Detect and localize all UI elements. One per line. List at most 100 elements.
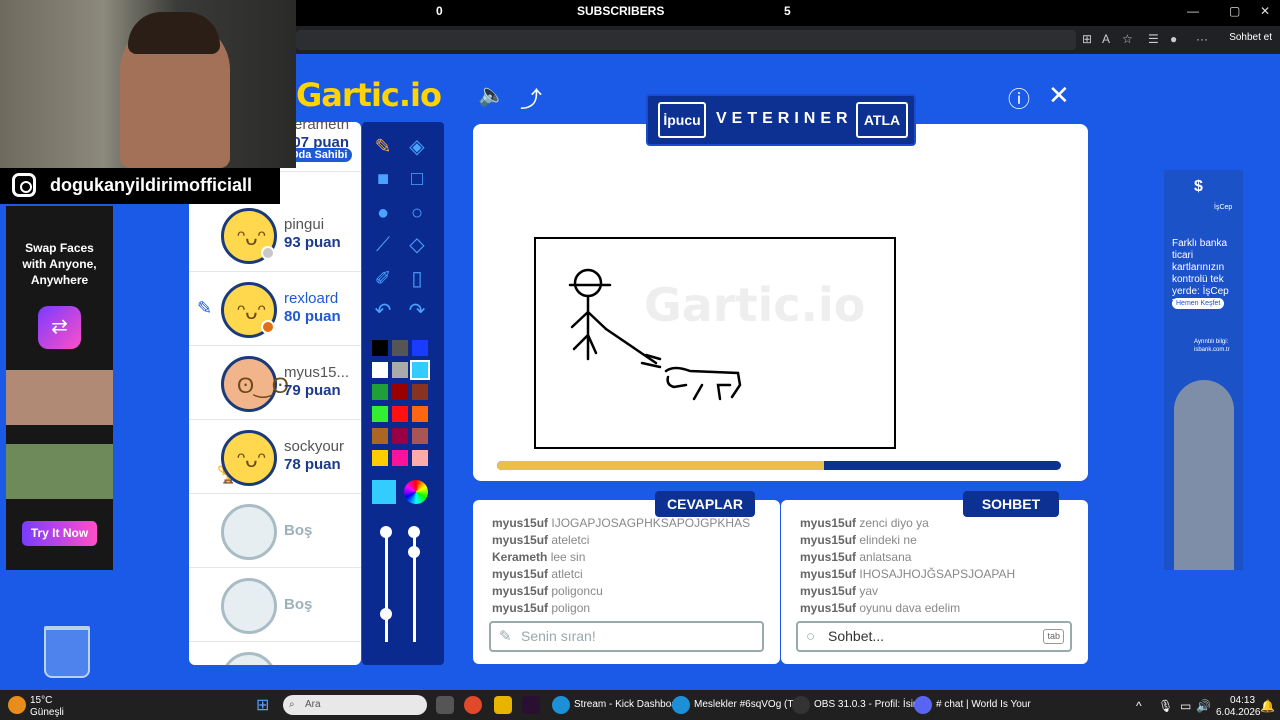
file-explorer-icon[interactable] [494, 696, 512, 714]
color-wheel-icon[interactable] [404, 480, 428, 504]
player-row[interactable]: ᵔᴗᵔ pingui 93 puan [189, 198, 361, 272]
weather-icon[interactable] [8, 696, 26, 714]
answers-tab[interactable]: CEVAPLAR [655, 491, 755, 517]
try-it-now-button[interactable]: Try It Now [22, 521, 97, 546]
current-color-swatch[interactable] [372, 480, 396, 504]
favorites-icon[interactable]: ☰ [1148, 32, 1159, 46]
notification-bell-icon[interactable]: 🔔 [1260, 699, 1275, 713]
edge-icon[interactable] [552, 696, 570, 714]
volume-icon[interactable]: 🔊 [1196, 699, 1211, 713]
taskbar-app-obs[interactable]: OBS 31.0.3 - Profil: İsims [814, 699, 926, 710]
color-swatch[interactable] [392, 384, 408, 400]
vs-app-icon[interactable] [522, 696, 540, 714]
color-swatch[interactable] [392, 428, 408, 444]
redo-icon[interactable]: ↷ [402, 296, 432, 326]
rect-outline-icon[interactable]: □ [402, 164, 432, 194]
eraser-icon[interactable]: ◇ [402, 230, 432, 260]
color-swatch[interactable] [392, 362, 408, 378]
clock-time[interactable]: 04:13 [1230, 695, 1255, 706]
color-swatch[interactable] [392, 450, 408, 466]
maximize-icon[interactable]: ▢ [1229, 4, 1240, 18]
eyedropper-icon[interactable]: ✐ [368, 264, 398, 294]
new-page-icon[interactable]: ▯ [402, 264, 432, 294]
close-icon[interactable]: ✕ [1048, 80, 1070, 111]
brush-size-slider[interactable] [385, 532, 388, 642]
color-swatch[interactable] [412, 340, 428, 356]
player-row-drawing[interactable]: ✎ ᵔᴗᵔ rexloard 80 puan [189, 272, 361, 346]
microphone-icon[interactable]: 🎙 [1158, 699, 1173, 713]
taskbar-app-stream[interactable]: Stream - Kick Dashboan [574, 699, 682, 710]
tray-chevron-icon[interactable]: ^ [1136, 699, 1142, 713]
weather-temp[interactable]: 15°C [30, 695, 52, 706]
slider-knob[interactable] [408, 526, 420, 538]
taskbar-app-discord[interactable]: # chat | World Is Your [936, 699, 1031, 710]
chrome-icon[interactable] [464, 696, 482, 714]
windows-start-icon[interactable]: ⊞ [256, 695, 269, 715]
color-swatch[interactable] [410, 360, 430, 380]
slider-knob[interactable] [408, 546, 420, 558]
weather-desc[interactable]: Güneşli [30, 707, 64, 718]
obs-icon[interactable] [792, 696, 810, 714]
slider-knob[interactable] [380, 526, 392, 538]
color-swatch[interactable] [392, 340, 408, 356]
search-bubble-icon: ○ [806, 628, 816, 645]
color-swatch[interactable] [392, 406, 408, 422]
network-icon[interactable]: ▭ [1180, 699, 1191, 713]
empty-label: Boş [284, 596, 313, 613]
color-swatch[interactable] [372, 340, 388, 356]
empty-avatar-icon [221, 504, 277, 560]
color-swatch[interactable] [412, 406, 428, 422]
game-logo[interactable]: Gartic.io [296, 76, 442, 114]
player-row[interactable]: 🏆 ᵔᴗᵔ sockyour 78 puan [189, 420, 361, 494]
color-swatch[interactable] [412, 428, 428, 444]
color-swatch[interactable] [372, 384, 388, 400]
color-swatch[interactable] [372, 428, 388, 444]
color-swatch[interactable] [412, 450, 428, 466]
minimize-icon[interactable]: — [1187, 4, 1199, 18]
sound-icon[interactable]: 🔈 [478, 82, 505, 108]
profile-icon[interactable]: ● [1170, 32, 1177, 46]
undo-icon[interactable]: ↶ [368, 296, 398, 326]
answer-input[interactable]: ✎ Senin sıran! [489, 621, 764, 652]
clock-date[interactable]: 6.04.2026 [1216, 707, 1261, 718]
color-swatch[interactable] [412, 384, 428, 400]
fill-bucket-icon[interactable]: ◈ [402, 132, 432, 162]
favorite-star-icon[interactable]: ☆ [1122, 32, 1133, 46]
info-icon[interactable]: ⓘ [1008, 82, 1030, 114]
taskbar-search[interactable]: ⌕ Ara [283, 695, 427, 715]
close-window-icon[interactable]: ✕ [1260, 4, 1270, 18]
chat-tab[interactable]: SOHBET [963, 491, 1059, 517]
apps-icon[interactable]: ⊞ [1082, 32, 1092, 46]
taskbar-app-meslekler[interactable]: Meslekler #6sqVOg (Tür [694, 699, 802, 710]
drawing-canvas[interactable]: Gartic.io [534, 237, 896, 449]
filled-circle-icon[interactable]: ● [368, 198, 398, 228]
skip-button[interactable]: ATLA [856, 102, 908, 138]
line-tool-icon[interactable]: ⟋ [368, 230, 398, 260]
message-user: Kerameth [492, 550, 548, 564]
discover-button[interactable]: Hemen Keşfet [1172, 298, 1225, 309]
address-bar[interactable] [296, 30, 1076, 50]
copilot-chat-button[interactable]: Sohbet et [1229, 32, 1272, 43]
chat-input[interactable]: ○ Sohbet... tab [796, 621, 1072, 652]
slider-knob[interactable] [380, 608, 392, 620]
pencil-tool-icon[interactable]: ✎ [368, 132, 398, 162]
circle-outline-icon[interactable]: ○ [402, 198, 432, 228]
chat-message: myus15uf zenci diyo ya [800, 516, 929, 530]
right-advertisement[interactable]: $ İşCep Farklı banka ticari kartlarınızı… [1164, 170, 1243, 570]
discord-icon[interactable] [914, 696, 932, 714]
recycle-bin-icon[interactable] [44, 626, 90, 678]
read-aloud-icon[interactable]: A [1102, 32, 1110, 46]
filled-rect-icon[interactable]: ■ [368, 164, 398, 194]
left-advertisement[interactable]: Swap Faces with Anyone, Anywhere ⇄ Try I… [6, 206, 113, 570]
edge-icon[interactable] [672, 696, 690, 714]
color-swatch[interactable] [372, 450, 388, 466]
status-dot [261, 246, 275, 260]
color-swatch[interactable] [372, 362, 388, 378]
task-view-icon[interactable] [436, 696, 454, 714]
color-swatch[interactable] [372, 406, 388, 422]
more-icon[interactable]: ··· [1196, 32, 1208, 46]
hint-button[interactable]: İpucu [658, 102, 706, 138]
share-icon[interactable]: ⤴ [520, 82, 542, 114]
chat-message: myus15uf poligon [492, 601, 590, 615]
player-row[interactable]: ʘ‿ʘ myus15... 79 puan [189, 346, 361, 420]
